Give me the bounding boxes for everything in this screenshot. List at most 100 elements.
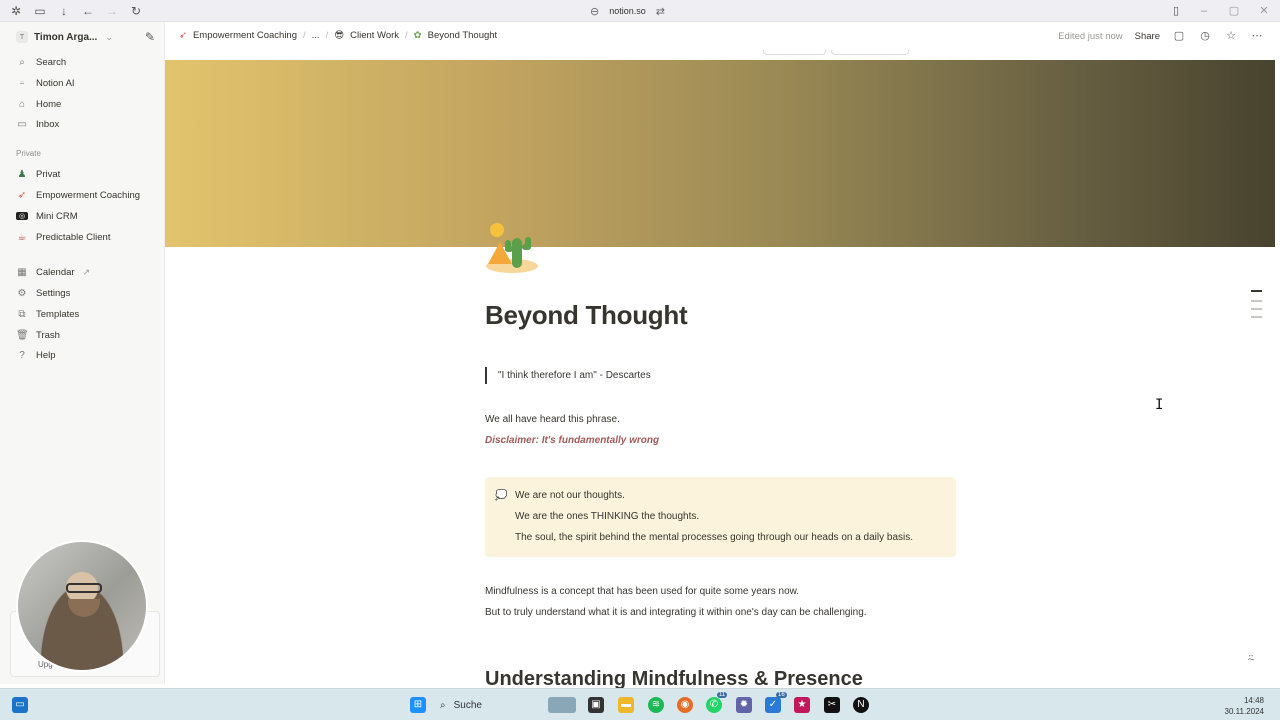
sidebar-item-mini-crm[interactable]: ◎ Mini CRM xyxy=(16,208,78,224)
sidebar-item-calendar[interactable]: ▦ Calendar ↗ xyxy=(16,264,90,280)
taskbar-search[interactable]: ⌕ Suche xyxy=(440,697,482,713)
whatsapp-icon[interactable]: ✆ xyxy=(706,697,722,713)
callout-line: We are not our thoughts. xyxy=(515,490,625,501)
home-icon: ⌂ xyxy=(18,98,26,110)
new-page-icon[interactable]: ✎ xyxy=(142,29,158,45)
maximize-icon[interactable]: ▢ xyxy=(1226,3,1242,19)
widgets-icon[interactable]: ▭ xyxy=(12,697,28,713)
todo-badge: 16 xyxy=(776,692,787,698)
clock-time: 14:48 xyxy=(1243,696,1264,705)
ai-assistant-icon[interactable]: ⍨ xyxy=(1243,651,1259,667)
clock-date: 30.11.2024 xyxy=(1224,707,1264,716)
breadcrumb-empowerment-coaching[interactable]: Empowerment Coaching xyxy=(193,30,297,41)
share-button[interactable]: Share xyxy=(1135,31,1160,42)
topbar-actions: Edited just now Share ▢ ◷ ☆ ⋯ xyxy=(1058,28,1264,44)
task-view-icon[interactable]: ▣ xyxy=(588,697,604,713)
taskbar-clock[interactable]: 14:48 30.11.2024 xyxy=(1225,695,1264,717)
browser-menu-icon[interactable]: ✲ xyxy=(8,3,24,19)
split-view-icon[interactable]: ▯ xyxy=(1168,3,1184,19)
callout-block[interactable]: 💭 We are not our thoughts. We are the on… xyxy=(485,477,956,557)
address-bar[interactable]: ⊖ notion.so ⇄ xyxy=(590,3,665,19)
sidebar-item-notion-ai[interactable]: ⍨ Notion AI xyxy=(16,75,75,91)
history-icon[interactable]: ◷ xyxy=(1198,28,1212,44)
text-cursor-icon: I xyxy=(1155,397,1164,413)
whatsapp-badge: 11 xyxy=(717,692,728,698)
webcam-beard xyxy=(68,599,100,617)
site-settings-icon[interactable]: ⇄ xyxy=(656,5,665,18)
sidebar-toggle-icon[interactable]: ▭ xyxy=(32,3,48,19)
sidebar-item-settings[interactable]: ⚙ Settings xyxy=(16,285,71,301)
capcut-icon[interactable]: ✂ xyxy=(824,697,840,713)
breadcrumb: ➶ Empowerment Coaching / ... / 😎 Client … xyxy=(179,30,497,41)
page-topbar: ➶ Empowerment Coaching / ... / 😎 Client … xyxy=(165,22,1280,52)
webcam-overlay xyxy=(16,540,148,672)
breadcrumb-client-work[interactable]: Client Work xyxy=(350,30,399,41)
sidebar-item-empowerment-coaching[interactable]: ➶ Empowerment Coaching xyxy=(16,187,140,203)
sidebar-item-search[interactable]: ⌕ Search xyxy=(16,54,66,70)
toc-mark-active[interactable] xyxy=(1251,290,1262,292)
callout-line: We are the ones THINKING the thoughts. xyxy=(515,511,700,522)
sidebar-item-inbox[interactable]: ▭ Inbox xyxy=(16,116,59,132)
start-icon[interactable]: ⊞ xyxy=(410,697,426,713)
cactus-icon: ✿ xyxy=(413,30,422,41)
breadcrumb-separator: / xyxy=(303,30,306,41)
paragraph[interactable]: Mindfulness is a concept that has been u… xyxy=(485,586,799,597)
calendar-icon: ▦ xyxy=(17,266,27,278)
disclaimer-text[interactable]: Disclaimer: It's fundamentally wrong xyxy=(485,435,659,446)
more-icon[interactable]: ⋯ xyxy=(1250,28,1264,44)
file-explorer-icon[interactable]: ▬ xyxy=(618,697,634,713)
sidebar-item-help[interactable]: ? Help xyxy=(16,347,55,363)
cactus-desert-icon[interactable] xyxy=(485,220,541,274)
quote-block[interactable]: "I think therefore I am" - Descartes xyxy=(485,367,651,384)
private-section-label: Private xyxy=(16,149,41,158)
search-icon: ⌕ xyxy=(19,56,25,68)
sidebar-item-templates[interactable]: ⧉ Templates xyxy=(16,306,79,322)
toc-mark[interactable] xyxy=(1251,300,1262,302)
coffee-icon: ☕ xyxy=(17,231,27,243)
sidebar-item-privat[interactable]: ♟ Privat xyxy=(16,166,61,182)
close-window-icon[interactable]: ✕ xyxy=(1256,3,1272,19)
sidebar-item-trash[interactable]: 🗑 Trash xyxy=(16,327,60,343)
breadcrumb-ellipsis[interactable]: ... xyxy=(312,30,320,41)
sidebar-item-predictable-client[interactable]: ☕ Predictable Client xyxy=(16,229,111,245)
ai-icon: ⍨ xyxy=(19,77,25,89)
paragraph[interactable]: But to truly understand what it is and i… xyxy=(485,607,867,618)
toc-mark[interactable] xyxy=(1251,316,1262,318)
reload-icon[interactable]: ↻ xyxy=(128,3,144,19)
help-icon: ? xyxy=(19,349,25,361)
page-cover[interactable] xyxy=(165,60,1275,247)
workspace-avatar: T xyxy=(16,31,28,43)
breadcrumb-beyond-thought[interactable]: Beyond Thought xyxy=(428,30,498,41)
notion-app-icon[interactable]: N xyxy=(853,697,869,713)
url-text: notion.so xyxy=(609,6,646,16)
thought-bubble-icon: 💭 xyxy=(495,490,508,501)
taskbar: ▭ ⊞ ⌕ Suche ▣ ▬ ≋ ◉ ✆ 11 ✹ ✓ 16 ★ ✂ N 14… xyxy=(0,688,1280,720)
edited-status: Edited just now xyxy=(1058,30,1123,42)
workspace-name: Timon Arga... xyxy=(34,31,98,43)
sidebar-item-home[interactable]: ⌂ Home xyxy=(16,96,61,112)
reposition-button[interactable] xyxy=(831,50,909,55)
workspace-switcher[interactable]: T Timon Arga... ⌄ xyxy=(16,30,113,44)
browser-chrome: ✲ ▭ ↓ ← → ↻ ⊖ notion.so ⇄ ▯ – ▢ ✕ xyxy=(0,0,1280,22)
toc-mark[interactable] xyxy=(1251,308,1262,310)
spotify-icon[interactable]: ≋ xyxy=(648,697,664,713)
change-cover-button[interactable] xyxy=(763,50,826,55)
app-icon[interactable]: ★ xyxy=(794,697,810,713)
forward-icon[interactable]: → xyxy=(104,3,120,19)
gear-icon: ⚙ xyxy=(17,287,27,299)
comment-icon[interactable]: ▢ xyxy=(1172,28,1186,44)
paragraph[interactable]: We all have heard this phrase. xyxy=(485,414,620,425)
minimize-icon[interactable]: – xyxy=(1196,3,1212,19)
star-icon[interactable]: ☆ xyxy=(1224,28,1238,44)
settings-app-icon[interactable]: ✹ xyxy=(736,697,752,713)
todo-icon[interactable]: ✓ xyxy=(765,697,781,713)
page-title[interactable]: Beyond Thought xyxy=(485,300,688,331)
link-icon: ⊖ xyxy=(590,5,600,18)
person-icon: ♟ xyxy=(17,168,27,180)
webcam-glasses xyxy=(66,583,102,593)
search-highlight-icon[interactable] xyxy=(548,697,576,713)
firefox-icon[interactable]: ◉ xyxy=(677,697,693,713)
rocket-icon: ➶ xyxy=(179,30,187,41)
back-icon[interactable]: ← xyxy=(80,3,96,19)
download-icon[interactable]: ↓ xyxy=(56,3,72,19)
